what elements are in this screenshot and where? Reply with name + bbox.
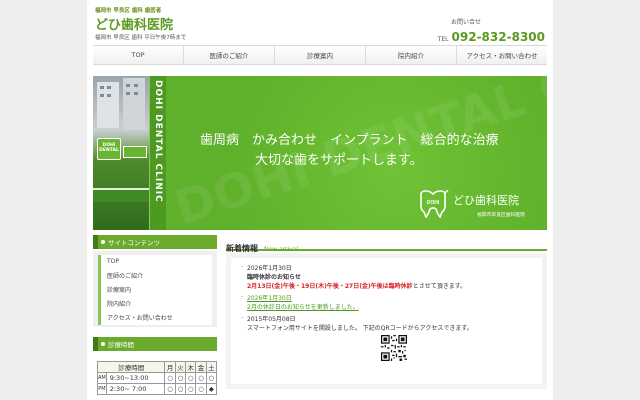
window — [107, 94, 111, 97]
hours-row: AM 9:30~13:00 ○ ○ ○ ○ ○ — [97, 372, 218, 384]
tel-prefix: TEL — [437, 36, 449, 43]
hours-row: PM 2:30~ 7:00 ○ ○ ○ ○ ◆ — [97, 383, 218, 395]
tooth-logo-icon: DOHI — [420, 190, 449, 218]
news-panel: 2026年1月30日 臨時休診のお知らせ 2月13日(金)午後・19日(木)午後… — [226, 253, 547, 389]
window — [126, 84, 130, 87]
sidebar-hours-title: 診療時間 — [108, 341, 134, 349]
window — [134, 92, 138, 95]
hours-mark: ◆ — [205, 383, 218, 395]
sidebar-item-doctor[interactable]: 医師のご紹介 — [98, 269, 212, 283]
hours-mark: ○ — [185, 383, 197, 395]
vertical-strip: DOHI DENTAL CLINIC — [149, 76, 166, 230]
sidebar-menu: TOP 医師のご紹介 診療案内 院内紹介 アクセス・お問い合わせ — [93, 251, 217, 327]
news-text: スマートフォン用サイトを開設しました。 下記のQRコードからアクセスできます。 — [247, 325, 473, 332]
building-photo: DOHI DENTAL — [93, 76, 149, 230]
awning — [93, 188, 149, 202]
contact-label: お問い合せ — [451, 19, 482, 26]
hero-clinic-name: どひ歯科医院 — [453, 194, 519, 207]
hours-day: 木 — [185, 361, 197, 373]
hours-header-row: 診療時間 月 火 木 金 土 — [96, 361, 218, 373]
hours-time: 9:30~13:00 — [105, 372, 166, 384]
hours-day: 月 — [164, 361, 176, 373]
sidebar-contents-heading: サイトコンテンツ — [93, 235, 217, 249]
header-subtitle: 福岡市 早良区 歯科 平日午後7時まで — [95, 35, 187, 41]
news-title-en: New arrival — [264, 246, 299, 253]
svg-text:DOHI: DOHI — [427, 200, 440, 206]
nav-item-access[interactable]: アクセス・お問い合わせ — [456, 46, 547, 64]
hours-mark: ○ — [164, 383, 176, 395]
hours-mark: ○ — [185, 372, 197, 384]
nav-item-top[interactable]: TOP — [93, 46, 183, 64]
hero-banner: DOHI DENTAL DOHI DENTAL CLINIC DOHI DENT… — [93, 76, 547, 230]
window — [107, 86, 111, 89]
news-heading: 新着情報 New arrival — [226, 236, 547, 253]
tel-number[interactable]: 092-832-8300 — [452, 30, 545, 44]
hours-mark: ○ — [174, 383, 187, 395]
header-tagline: 福岡市 早良区 歯科 歯医者 — [95, 8, 162, 14]
hero-tagline-2: 大切な歯をサポートします。 — [255, 153, 423, 168]
hours-day: 金 — [195, 361, 207, 373]
sidebar-item-treatment[interactable]: 診療案内 — [98, 283, 212, 297]
office-hours-table: 診療時間 月 火 木 金 土 AM 9:30~13:00 ○ ○ ○ ○ ○ P… — [96, 361, 218, 395]
clinic-sign-secondary — [123, 146, 147, 158]
hours-mark: ○ — [195, 372, 207, 384]
phone-number[interactable]: TEL 092-832-8300 — [438, 26, 545, 45]
news-date: 2015年05月08日 — [247, 316, 296, 323]
bullet-icon — [101, 240, 105, 244]
window — [100, 94, 104, 97]
news-item: 2026年1月30日 2月の休診日のお知らせを更新しました。 — [241, 293, 532, 312]
clinic-sign: DOHI DENTAL — [97, 138, 121, 160]
hero-address: 福岡市早良区歯科医院 — [477, 213, 525, 218]
news-item: 2026年1月30日 臨時休診のお知らせ 2月13日(金)午後・19日(木)午後… — [241, 263, 532, 291]
sidebar-contents-title: サイトコンテンツ — [108, 239, 160, 247]
bullet-icon — [101, 342, 105, 346]
hours-mark: ○ — [164, 372, 176, 384]
sign-line2: DENTAL — [99, 148, 119, 153]
news-date-link[interactable]: 2026年1月30日 — [247, 294, 532, 303]
news-link[interactable]: 2月の休診日のお知らせを更新しました。 — [247, 303, 532, 312]
page: 福岡市 早良区 歯科 歯医者 どひ歯科医院 福岡市 早良区 歯科 平日午後7時ま… — [87, 0, 553, 400]
nav-item-treatment[interactable]: 診療案内 — [274, 46, 365, 64]
window — [126, 92, 130, 95]
news-detail: 2月13日(金)午後・19日(木)午後・27日(金)午後は臨時休診とさせて頂きま… — [247, 282, 532, 291]
main-nav: TOP 医師のご紹介 診療案内 院内紹介 アクセス・お問い合わせ — [93, 45, 547, 65]
site-logo-title[interactable]: どひ歯科医院 — [95, 14, 173, 33]
hours-mark: ○ — [195, 383, 207, 395]
vertical-clinic-name: DOHI DENTAL CLINIC — [153, 80, 163, 203]
sidebar-hours-heading: 診療時間 — [93, 337, 217, 351]
news-detail-highlight: 2月13日(金)午後・19日(木)午後・27日(金)午後は臨時休診 — [247, 283, 413, 290]
hours-time: 2:30~ 7:00 — [105, 383, 166, 395]
hero-tagline-1: 歯周病 かみ合わせ インプラント 総合的な治療 — [200, 133, 499, 148]
news-detail-rest: とさせて頂きます。 — [412, 283, 467, 290]
sidebar-item-top[interactable]: TOP — [98, 255, 212, 269]
news-headline: 臨時休診のお知らせ — [247, 274, 301, 281]
news-list: 2026年1月30日 臨時休診のお知らせ 2月13日(金)午後・19日(木)午後… — [231, 258, 542, 384]
nav-item-clinic[interactable]: 院内紹介 — [365, 46, 456, 64]
news-item: 2015年05月08日 スマートフォン用サイトを開設しました。 下記のQRコード… — [241, 314, 532, 365]
hours-ampm: PM — [97, 383, 107, 395]
hours-header: 診療時間 — [96, 361, 166, 373]
hours-day: 火 — [174, 361, 187, 373]
sidebar-item-access[interactable]: アクセス・お問い合わせ — [98, 311, 212, 325]
sidebar-item-clinic[interactable]: 院内紹介 — [98, 297, 212, 311]
hours-day: 土 — [205, 361, 218, 373]
hours-mark: ○ — [205, 372, 218, 384]
nav-item-doctor[interactable]: 医師のご紹介 — [183, 46, 274, 64]
news-title: 新着情報 — [226, 244, 258, 253]
news-date: 2026年1月30日 — [247, 265, 292, 272]
qr-code-icon[interactable] — [381, 335, 407, 361]
hours-mark: ○ — [174, 372, 187, 384]
hours-ampm: AM — [97, 372, 107, 384]
window — [134, 84, 138, 87]
window — [100, 86, 104, 89]
